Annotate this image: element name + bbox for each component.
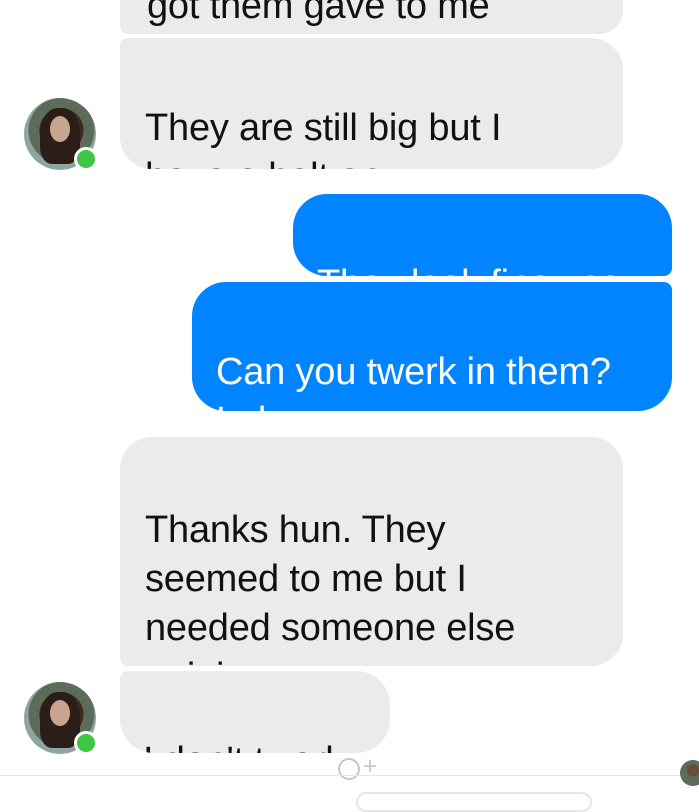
online-status-icon: [74, 731, 98, 755]
online-status-icon: [74, 147, 98, 171]
contact-avatar[interactable]: [24, 98, 98, 171]
message-bubble-outgoing[interactable]: They look fine yes: [293, 194, 672, 276]
add-reaction-icon[interactable]: +: [330, 753, 388, 784]
plus-icon: +: [363, 753, 378, 780]
message-text: Thanks hun. They seemed to me but I need…: [145, 509, 516, 666]
message-bubble-incoming[interactable]: Thanks hun. They seemed to me but I need…: [120, 437, 623, 666]
message-text: I don't twerk: [143, 740, 344, 753]
message-bubble-incoming[interactable]: got them gave to me: [120, 0, 623, 34]
message-text: They look fine yes: [317, 263, 620, 276]
contact-avatar[interactable]: [24, 682, 98, 755]
read-receipt-avatar-icon: [680, 760, 699, 786]
smiley-face-icon: [338, 758, 360, 780]
avatar-face: [50, 700, 70, 726]
message-bubble-outgoing[interactable]: Can you twerk in them? Lol: [192, 282, 672, 411]
composer-divider: [0, 775, 699, 776]
message-text: They are still big but I have a belt on: [145, 107, 502, 169]
message-bubble-incoming[interactable]: I don't twerk: [120, 671, 390, 753]
message-composer-input[interactable]: [356, 792, 592, 812]
message-text: Can you twerk in them? Lol: [216, 351, 611, 411]
message-text: got them gave to me: [147, 0, 490, 27]
message-bubble-incoming[interactable]: They are still big but I have a belt on: [120, 38, 623, 169]
avatar-face: [50, 116, 70, 142]
